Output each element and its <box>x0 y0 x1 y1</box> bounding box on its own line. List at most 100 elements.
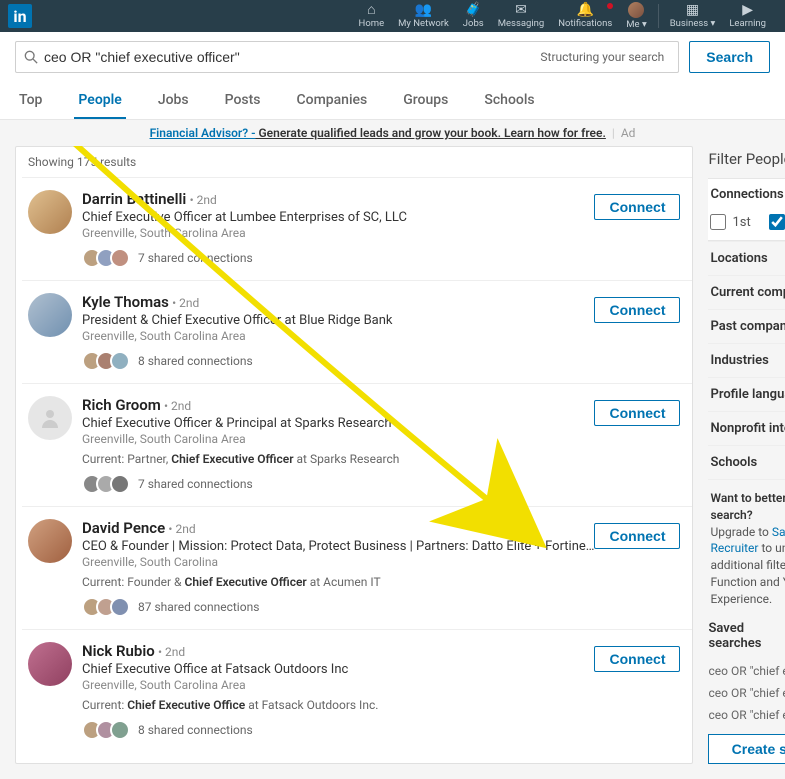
results-panel: Showing 175 results Darrin Battinelli • … <box>15 146 693 764</box>
upsell-box: Want to better focus your search? Upgrad… <box>708 479 785 608</box>
avatar[interactable] <box>28 396 72 440</box>
saved-search-item[interactable]: ceo OR "chief executive officer" <box>708 704 785 726</box>
saved-searches: Saved searches Manage ceo OR "chief exec… <box>708 608 785 764</box>
people-icon: 👥 <box>398 3 449 17</box>
connect-button[interactable]: Connect <box>594 297 680 323</box>
avatar[interactable] <box>28 293 72 337</box>
shared-avatars[interactable] <box>82 720 130 740</box>
nav-me[interactable]: Me ▾ <box>619 2 653 30</box>
promo-lead[interactable]: Financial Advisor? - <box>150 126 256 140</box>
tab-posts[interactable]: Posts <box>221 82 265 119</box>
current-position: Current: Chief Executive Office at Fatsa… <box>82 698 594 712</box>
result-title: President & Chief Executive Officer at B… <box>82 313 594 328</box>
checkbox-2nd[interactable]: 2nd <box>769 214 785 230</box>
shared-connections[interactable]: 7 shared connections <box>138 477 253 491</box>
filter-schools[interactable]: Schools⌄ <box>708 445 785 479</box>
current-position: Current: Founder & Chief Executive Offic… <box>82 575 594 589</box>
structuring-search-link[interactable]: Structuring your search <box>540 50 664 64</box>
sponsored-promo[interactable]: Financial Advisor? - Generate qualified … <box>0 120 785 146</box>
connection-degree: • 2nd <box>168 522 195 536</box>
tab-companies[interactable]: Companies <box>292 82 371 119</box>
filter-connections-toggle[interactable]: Connections ⌃ <box>708 179 785 210</box>
avatar[interactable] <box>28 642 72 686</box>
shared-avatars[interactable] <box>82 248 130 268</box>
grid-icon: ▦ <box>670 3 716 17</box>
nav-business[interactable]: ▦Business ▾ <box>663 3 723 29</box>
filter-sidebar: Filter People by Connections ⌃ 1st 2nd 3… <box>708 146 785 764</box>
checkbox-1st[interactable]: 1st <box>710 214 750 230</box>
top-nav: in ⌂Home 👥My Network 🧳Jobs ✉Messaging 🔔N… <box>0 0 785 32</box>
filter-locations[interactable]: Locations⌄ <box>708 241 785 275</box>
result-row: Nick Rubio • 2nd Chief Executive Office … <box>22 629 692 752</box>
ad-label: Ad <box>621 126 636 140</box>
saved-search-item[interactable]: ceo OR "chief executive officer" <box>708 682 785 704</box>
search-tabs: Top People Jobs Posts Companies Groups S… <box>0 82 785 120</box>
saved-searches-heading: Saved searches <box>708 621 785 651</box>
home-icon: ⌂ <box>359 3 385 17</box>
shared-avatars[interactable] <box>82 597 130 617</box>
filter-nonprofit[interactable]: Nonprofit interests⌄ <box>708 411 785 445</box>
filter-current-companies[interactable]: Current companies⌄ <box>708 275 785 309</box>
shared-connections[interactable]: 87 shared connections <box>138 600 259 614</box>
search-input[interactable] <box>44 49 540 65</box>
linkedin-logo[interactable]: in <box>8 4 32 28</box>
shared-avatars[interactable] <box>82 474 130 494</box>
result-row: David Pence • 2nd CEO & Founder | Missio… <box>22 506 692 629</box>
nav-divider <box>658 4 659 28</box>
connect-button[interactable]: Connect <box>594 523 680 549</box>
nav-home[interactable]: ⌂Home <box>352 3 392 29</box>
connection-degree: • 2nd <box>164 399 191 413</box>
create-search-alert-button[interactable]: Create search alert <box>708 734 785 764</box>
chat-icon: ✉ <box>498 3 545 17</box>
avatar[interactable] <box>28 519 72 563</box>
filter-industries[interactable]: Industries⌄ <box>708 343 785 377</box>
result-title: CEO & Founder | Mission: Protect Data, P… <box>82 539 594 554</box>
result-name[interactable]: Nick Rubio <box>82 642 155 660</box>
connect-button[interactable]: Connect <box>594 646 680 672</box>
tab-schools[interactable]: Schools <box>480 82 538 119</box>
result-title: Chief Executive Office at Fatsack Outdoo… <box>82 662 594 677</box>
result-name[interactable]: David Pence <box>82 519 165 537</box>
avatar[interactable] <box>28 190 72 234</box>
result-name[interactable]: Kyle Thomas <box>82 293 169 311</box>
result-row: Darrin Battinelli • 2nd Chief Executive … <box>22 177 692 280</box>
tab-top[interactable]: Top <box>15 82 46 119</box>
search-button[interactable]: Search <box>689 41 770 73</box>
recruiter-link[interactable]: Recruiter <box>710 541 758 555</box>
connect-button[interactable]: Connect <box>594 400 680 426</box>
tab-jobs[interactable]: Jobs <box>154 82 193 119</box>
connection-degree: • 2nd <box>172 296 199 310</box>
nav-network[interactable]: 👥My Network <box>391 3 456 29</box>
avatar-small-icon <box>628 2 644 18</box>
bell-icon: 🔔 <box>558 3 612 17</box>
connection-degree: • 2nd <box>190 193 217 207</box>
result-row: Rich Groom • 2nd Chief Executive Officer… <box>22 383 692 506</box>
shared-connections[interactable]: 8 shared connections <box>138 723 253 737</box>
connect-button[interactable]: Connect <box>594 194 680 220</box>
tab-people[interactable]: People <box>74 82 125 119</box>
result-location: Greenville, South Carolina Area <box>82 329 594 343</box>
result-title: Chief Executive Officer & Principal at S… <box>82 416 594 431</box>
sales-navigator-link[interactable]: Sales Navigator <box>772 525 785 539</box>
filter-past-companies[interactable]: Past companies⌄ <box>708 309 785 343</box>
results-count: Showing 175 results <box>16 147 692 177</box>
result-name[interactable]: Darrin Battinelli <box>82 190 186 208</box>
result-location: Greenville, South Carolina Area <box>82 432 594 446</box>
result-title: Chief Executive Officer at Lumbee Enterp… <box>82 210 594 225</box>
search-icon <box>24 50 38 64</box>
filter-profile-language[interactable]: Profile language⌄ <box>708 377 785 411</box>
nav-jobs[interactable]: 🧳Jobs <box>456 3 491 29</box>
nav-learning[interactable]: ▶Learning <box>722 3 773 29</box>
search-box[interactable]: Structuring your search <box>15 41 679 73</box>
saved-search-item[interactable]: ceo OR "chief executive officer" <box>708 660 785 682</box>
result-name[interactable]: Rich Groom <box>82 396 161 414</box>
result-row: Kyle Thomas • 2nd President & Chief Exec… <box>22 280 692 383</box>
shared-avatars[interactable] <box>82 351 130 371</box>
filter-heading: Filter People by <box>708 146 785 178</box>
shared-connections[interactable]: 8 shared connections <box>138 354 253 368</box>
nav-notifications[interactable]: 🔔Notifications <box>551 3 619 29</box>
tab-groups[interactable]: Groups <box>399 82 452 119</box>
shared-connections[interactable]: 7 shared connections <box>138 251 253 265</box>
connection-degree: • 2nd <box>158 645 185 659</box>
nav-messaging[interactable]: ✉Messaging <box>491 3 552 29</box>
